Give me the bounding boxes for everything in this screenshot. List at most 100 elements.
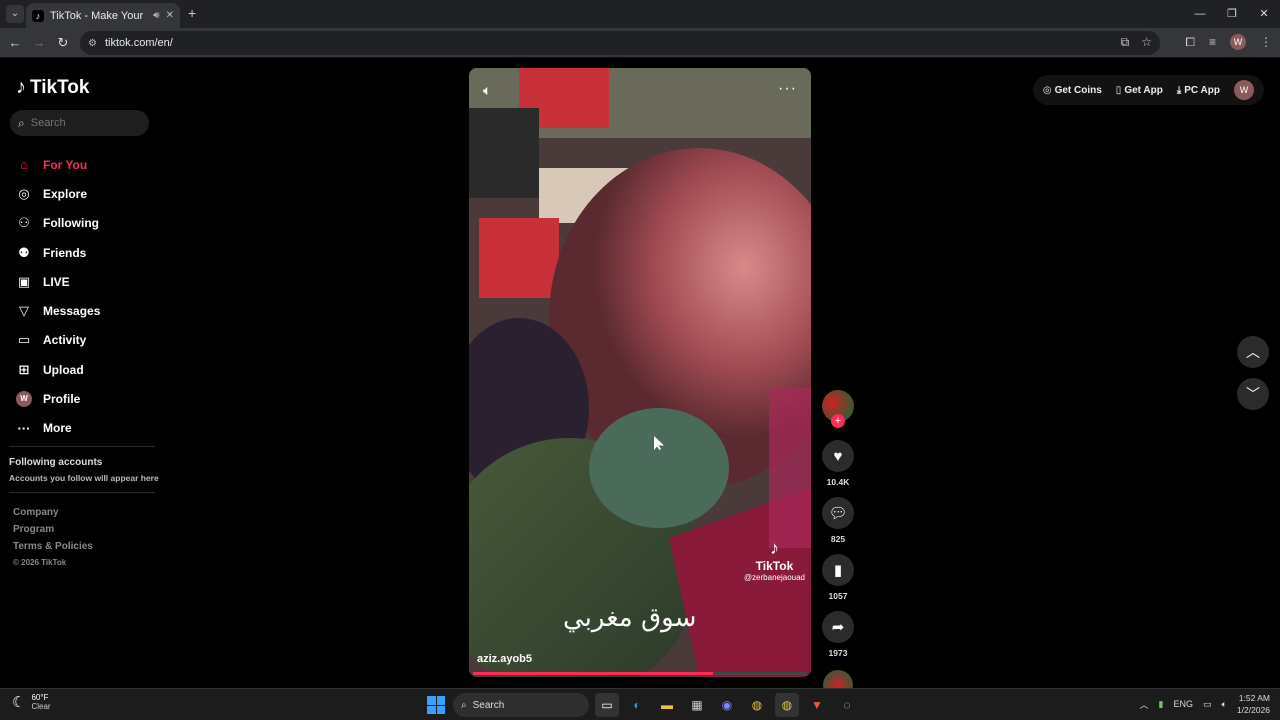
logo-text: TikTok — [30, 76, 90, 98]
footer-links: Company Program Terms & Policies © 2026 … — [13, 507, 93, 567]
phone-icon: ▯ — [1115, 84, 1122, 96]
comment-button[interactable]: 💬︎ — [822, 497, 854, 529]
task-view-icon[interactable]: ▭ — [595, 693, 619, 717]
tab-search-button[interactable]: ⌄ — [6, 5, 24, 23]
new-tab-button[interactable]: + — [188, 6, 196, 20]
sidebar-item-friends[interactable]: ⚉ Friends — [16, 238, 156, 267]
next-video-button[interactable]: ﹀ — [1237, 378, 1269, 410]
video-actions: + ♥ 10.4K 💬︎ 825 ▮ 1057 ➦ 1973 — [822, 390, 854, 700]
home-icon: ⌂ — [20, 157, 28, 173]
time: 1:52 AM — [1238, 693, 1270, 703]
browser-menu-icon[interactable]: ⋮ — [1260, 35, 1272, 49]
footer-link-company[interactable]: Company — [13, 507, 93, 518]
mic-tray-icon[interactable]: ▮ — [1159, 699, 1164, 710]
avatar[interactable]: W — [1234, 80, 1254, 100]
taskbar-apps: ⌕ Search ▭ ◐ ▬ ▦ ◉ ◍ ◍ ▼ ◌ — [425, 693, 859, 717]
reload-button[interactable]: ↻ — [54, 34, 72, 52]
get-app-label: Get App — [1124, 84, 1163, 96]
tab-title: TikTok - Make Your Day — [50, 9, 147, 22]
discord-icon[interactable]: ◉ — [715, 693, 739, 717]
sidebar-item-label: Friends — [43, 245, 87, 260]
browser-tab-bar: ⌄ ♪ TikTok - Make Your Day 🔊︎ ✕ + — ❐ ✕ — [0, 0, 1280, 28]
video-author[interactable]: aziz.ayob5 — [477, 653, 532, 665]
browser-tab[interactable]: ♪ TikTok - Make Your Day 🔊︎ ✕ — [26, 3, 180, 28]
network-icon[interactable]: ▭ — [1203, 699, 1212, 710]
sidebar-item-upload[interactable]: ⊞ Upload — [16, 355, 156, 384]
start-button[interactable] — [425, 694, 447, 716]
moon-icon: ☾ — [12, 694, 26, 711]
bookmark-star-icon[interactable]: ☆ — [1141, 35, 1152, 50]
chrome-profile-icon[interactable]: ◍ — [775, 693, 799, 717]
weather-widget[interactable]: ☾ 60°F Clear — [12, 693, 51, 711]
sidebar-item-more[interactable]: ··· More — [16, 414, 156, 443]
search-input[interactable] — [30, 117, 131, 129]
coin-icon: ◎ — [1042, 84, 1052, 96]
like-count: 10.4K — [826, 477, 850, 487]
pc-app-button[interactable]: ⤓ PC App — [1177, 85, 1220, 96]
microphone-icon[interactable]: ▼ — [805, 693, 829, 717]
back-button[interactable]: ← — [6, 34, 24, 52]
tiktok-logo[interactable]: ♪ TikTok — [16, 76, 89, 99]
site-info-icon[interactable]: ⚙ — [88, 38, 97, 49]
sidebar-item-explore[interactable]: ◎ Explore — [16, 179, 156, 208]
author-avatar[interactable]: + — [822, 390, 854, 428]
save-button[interactable]: ▮ — [822, 554, 854, 586]
volume-icon[interactable]: 🔈︎ — [483, 82, 491, 99]
search-box[interactable]: ⌕ — [10, 110, 149, 136]
footer-link-terms[interactable]: Terms & Policies — [13, 541, 93, 552]
taskbar-search[interactable]: ⌕ Search — [453, 693, 589, 717]
store-icon[interactable]: ▦ — [685, 693, 709, 717]
weather-condition: Clear — [31, 702, 51, 711]
file-explorer-icon[interactable]: ▬ — [655, 693, 679, 717]
edge-icon[interactable]: ◐ — [625, 693, 649, 717]
get-app-button[interactable]: ▯ Get App — [1116, 85, 1163, 96]
sidebar-item-following[interactable]: ⚇ Following — [16, 209, 156, 238]
share-button[interactable]: ➦ — [822, 611, 854, 643]
tab-close-icon[interactable]: ✕ — [166, 10, 174, 21]
sidebar-item-live[interactable]: ▣ LIVE — [16, 267, 156, 296]
volume-icon[interactable]: 🔈︎ — [1222, 699, 1227, 710]
media-control-icon[interactable]: ≡ — [1209, 35, 1216, 49]
user-follow-icon: ⚇ — [18, 215, 30, 231]
comment-count: 825 — [830, 534, 846, 544]
comment-icon: 💬︎ — [828, 505, 848, 522]
tab-audio-icon[interactable]: 🔊︎ — [153, 10, 159, 21]
taskbar: ☾ 60°F Clear ⌕ Search ▭ ◐ ▬ ▦ ◉ ◍ ◍ ▼ ◌ … — [0, 688, 1280, 720]
chrome-icon[interactable]: ◍ — [745, 693, 769, 717]
previous-video-button[interactable]: ︿ — [1237, 336, 1269, 368]
sidebar-nav: ⌂ For You ◎ Explore ⚇ Following ⚉ Friend… — [16, 150, 156, 443]
tray-chevron-up-icon[interactable]: ︿ — [1140, 698, 1149, 711]
language-indicator[interactable]: ENG — [1173, 699, 1193, 709]
clock[interactable]: 1:52 AM 1/2/2026 — [1237, 692, 1270, 716]
sidebar-item-label: More — [43, 421, 72, 436]
sidebar-item-for-you[interactable]: ⌂ For You — [16, 150, 156, 179]
app-icon[interactable]: ◌ — [835, 693, 859, 717]
browser-extensions: ⧠ ≡ W ⋮ — [1185, 34, 1272, 50]
sidebar-item-messages[interactable]: ▽ Messages — [16, 296, 156, 325]
install-app-icon[interactable]: ⧉ — [1121, 35, 1130, 50]
sidebar-item-activity[interactable]: ▭ Activity — [16, 326, 156, 355]
sidebar-item-profile[interactable]: W Profile — [16, 384, 156, 413]
tiktok-logo-icon: ♪ — [16, 76, 26, 98]
footer-link-program[interactable]: Program — [13, 524, 93, 535]
messages-icon: ▽ — [19, 303, 29, 319]
video-progress-bar[interactable] — [473, 672, 807, 675]
minimize-button[interactable]: — — [1184, 0, 1216, 28]
video-more-icon[interactable]: ··· — [778, 80, 797, 98]
like-button[interactable]: ♥ — [822, 440, 854, 472]
browser-profile-avatar[interactable]: W — [1230, 34, 1246, 50]
chevron-down-icon: ﹀ — [1246, 386, 1260, 402]
activity-icon: ▭ — [17, 332, 31, 348]
friends-icon: ⚉ — [18, 244, 30, 260]
restore-button[interactable]: ❐ — [1216, 0, 1248, 28]
address-bar[interactable]: ⚙ tiktok.com/en/ ⧉ ☆ — [80, 31, 1160, 55]
follow-button[interactable]: + — [831, 414, 845, 428]
tiktok-favicon-icon: ♪ — [32, 9, 44, 22]
get-coins-button[interactable]: ◎ Get Coins — [1043, 85, 1102, 96]
forward-button[interactable]: → — [30, 34, 48, 52]
close-window-button[interactable]: ✕ — [1248, 0, 1280, 28]
video-player[interactable]: 🔈︎ ··· ♪ TikTok @zerbanejaouad سوق مغربي… — [469, 68, 811, 677]
extensions-icon[interactable]: ⧠ — [1185, 35, 1195, 50]
video-caption: سوق مغربي — [563, 603, 697, 633]
system-tray: ︿ ▮ ENG ▭ 🔈︎ 1:52 AM 1/2/2026 — [1140, 692, 1271, 716]
